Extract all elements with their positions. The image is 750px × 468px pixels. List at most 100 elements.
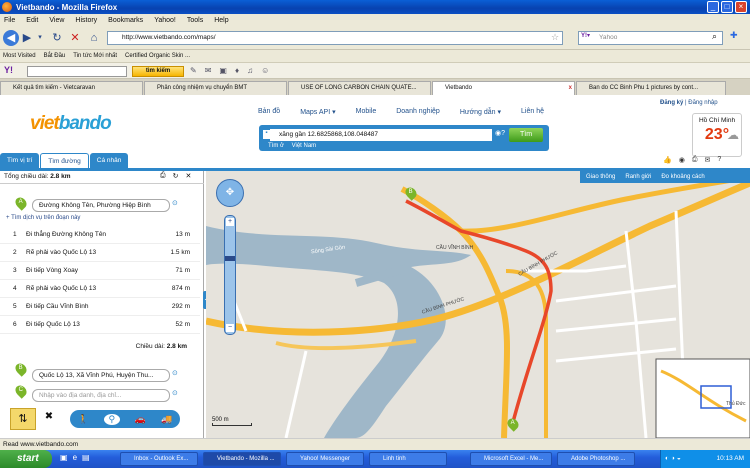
bookmark-star-icon[interactable]: ☆ [551,32,559,43]
via-field[interactable]: Nhập vào địa danh, địa chỉ... [32,389,170,402]
truck-mode-icon[interactable]: 🚚 [161,414,172,425]
find-service-link[interactable]: + Tìm dịch vụ trên đoạn này [6,215,80,221]
yahoo-pencil-icon[interactable]: ✎ [190,66,197,76]
route-step[interactable]: 2 Rẽ phải vào Quốc Lộ 13 1.5 km [0,244,200,262]
route-step[interactable]: 1 Đi thẳng Đường Không Tên 13 m [0,226,200,244]
zoom-out-icon[interactable]: − [226,324,234,332]
print-route-icon[interactable]: ⎙ [160,172,166,180]
task-photoshop[interactable]: Adobe Photoshop ... [557,452,635,466]
tray-icons[interactable]: ◐◑◒ [665,450,683,468]
stop-icon[interactable]: ✕ [68,30,82,46]
task-yahoo-messenger[interactable]: Yahoo! Messenger [286,452,364,466]
menu-view[interactable]: View [49,17,64,24]
addon-icon[interactable]: ✚ [730,30,738,41]
minimize-button[interactable]: _ [707,1,719,13]
nav-ban-do[interactable]: Bản đồ [258,108,280,116]
home-icon[interactable]: ⌂ [87,30,101,46]
maximize-button[interactable]: □ [721,1,733,13]
search-type-icon[interactable]: ▪ [263,130,270,139]
menu-yahoo[interactable]: Yahoo! [154,17,176,24]
walk-mode-icon[interactable]: 🚶 [78,414,89,425]
tab-vietcaravan[interactable]: Kết quả tìm kiếm - Vietcaravan [0,81,143,95]
yahoo-messenger-icon[interactable]: ☺ [261,66,269,76]
search-help-icon[interactable]: ◉? [495,129,505,137]
search-option-country[interactable]: Việt Nam [292,143,317,149]
start-button[interactable]: start [0,450,52,468]
ql-desktop-icon[interactable]: ▣ [60,453,68,462]
task-firefox[interactable]: Vietbando - Mozilla ... [203,452,281,466]
link-icon[interactable]: ✉ [704,156,710,164]
menu-tools[interactable]: Tools [187,17,203,24]
route-step[interactable]: 4 Rẽ phải vào Quốc Lộ 13 874 m [0,280,200,298]
tab-ban-do-cc[interactable]: Ban do CC Binh Phu 1 pictures by cont... [576,81,726,95]
bookmark-most-visited[interactable]: Most Visited [3,53,36,59]
menu-history[interactable]: History [75,17,97,24]
print-icon[interactable]: ⎙ [692,156,698,164]
nav-maps-api[interactable]: Maps API ▾ [300,108,335,116]
tab-tim-duong[interactable]: Tìm đường [40,153,89,168]
vietbando-logo[interactable]: vietbando [30,113,112,135]
nav-lien-he[interactable]: Liên hệ [521,108,544,116]
route-step[interactable]: 3 Đi tiếp Vòng Xoay 71 m [0,262,200,280]
like-icon[interactable]: 👍 [663,156,672,164]
forward-button[interactable]: ▶ [21,30,33,46]
bookmark-bat-dau[interactable]: Bắt Đầu [44,53,66,59]
menu-file[interactable]: File [4,17,15,24]
bookmark-tin-tuc[interactable]: Tin tức Mới nhất [73,53,117,59]
start-field[interactable]: Đường Không Tên, Phường Hiệp Bình [32,199,170,212]
yahoo-engine-icon[interactable]: Y!▾ [581,32,590,39]
nav-mobile[interactable]: Mobile [356,108,377,116]
close-button[interactable]: × [735,1,747,13]
ql-ie-icon[interactable]: e [73,453,77,462]
bike-mode-icon[interactable]: ⚲ [103,413,120,425]
login-link[interactable]: Đăng nhập [688,100,717,106]
car-mode-icon[interactable]: 🚗 [135,414,146,425]
menu-help[interactable]: Help [214,17,228,24]
route-step[interactable]: 6 Đi tiếp Quốc Lộ 13 52 m [0,316,200,334]
route-step[interactable]: 5 Đi tiếp Cầu Vĩnh Bình 292 m [0,298,200,316]
yahoo-logo-icon[interactable]: Y! [4,65,13,75]
yahoo-search-button[interactable]: tìm kiếm [132,66,184,77]
search-go-icon[interactable]: ⌕ [712,31,717,42]
address-bar[interactable]: http://www.vietbando.com/maps/ [107,31,563,45]
swap-route-icon[interactable]: ⇅ [10,408,36,430]
tab-carbon-chain[interactable]: USE OF LONG CARBON CHAIN QUATE... [288,81,431,95]
tab-ca-nhan[interactable]: Cá nhân [89,153,129,168]
end-field[interactable]: Quốc Lộ 13, Xã Vĩnh Phú, Huyện Thu... [32,369,170,382]
task-linh-tinh[interactable]: Linh tinh [369,452,447,466]
nav-huong-dan[interactable]: Hướng dẫn ▾ [460,108,501,116]
via-search-icon[interactable]: ⊙ [172,389,178,397]
zoom-handle[interactable] [225,256,235,261]
nav-doanh-nghiep[interactable]: Doanh nghiệp [396,108,440,116]
task-excel[interactable]: Microsoft Excel - Me... [470,452,552,466]
traffic-toggle[interactable]: Giao thông [586,171,615,183]
map-canvas[interactable]: CẦU VĨNH BÌNH CẦU BÌNH PHƯỚC CẦU BÌNH PH… [206,171,750,438]
refresh-route-icon[interactable]: ↻ [173,172,179,180]
ql-folder-icon[interactable]: ▤ [82,453,90,462]
yahoo-music-icon[interactable]: ♫ [247,66,253,76]
yahoo-tool-icons[interactable]: ✎ ✉ ▣ ♦ ♫ ☺ [190,66,320,76]
measure-distance-button[interactable]: Đo khoảng cách [661,171,704,183]
boundary-toggle[interactable]: Ranh giới [625,171,651,183]
end-search-icon[interactable]: ⊙ [172,369,178,377]
search-box[interactable]: Yahoo [578,31,723,45]
reload-icon[interactable]: ↻ [50,30,64,46]
tab-close-icon[interactable]: x [569,82,572,95]
yahoo-search-input[interactable] [27,66,127,77]
history-dropdown-icon[interactable]: ▾ [36,30,44,46]
yahoo-games-icon[interactable]: ♦ [235,66,239,76]
task-outlook[interactable]: Inbox - Outlook Ex... [120,452,198,466]
zoom-slider[interactable]: + − [224,215,236,335]
menu-bookmarks[interactable]: Bookmarks [108,17,143,24]
view-icon[interactable]: ◉ [679,156,685,164]
map-search-button[interactable]: Tìm [509,128,543,142]
tab-vietbando[interactable]: Vietbando x [432,81,575,95]
register-link[interactable]: Đăng ký [660,100,683,106]
start-search-icon[interactable]: ⊙ [172,199,178,207]
bookmark-organic-skin[interactable]: Certified Organic Skin ... [125,53,190,59]
yahoo-photo-icon[interactable]: ▣ [219,66,227,76]
map-search-input[interactable]: xăng gần 12.6825868,108.048487 [270,129,492,141]
menu-edit[interactable]: Edit [26,17,38,24]
back-button[interactable]: ◀ [3,30,19,46]
yahoo-mail-icon[interactable]: ✉ [205,66,212,76]
